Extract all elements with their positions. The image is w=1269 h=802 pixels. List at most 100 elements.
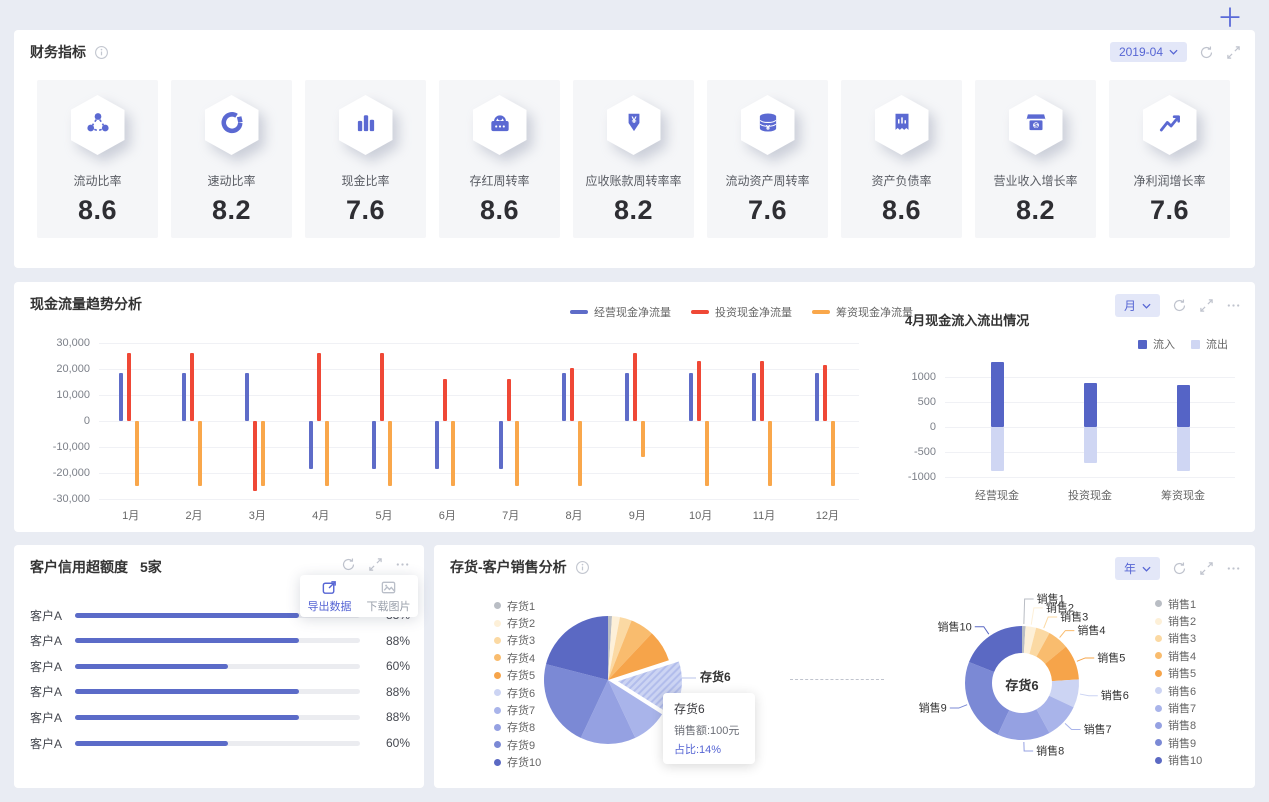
donut-label-leader	[1079, 693, 1098, 697]
info-icon[interactable]	[94, 45, 109, 60]
legend-item[interactable]: 筹资现金净流量	[812, 304, 913, 320]
more-icon[interactable]	[395, 557, 410, 572]
trend-bar[interactable]	[118, 372, 123, 421]
trend-bar[interactable]	[768, 421, 772, 486]
trend-bar[interactable]	[578, 421, 582, 486]
download-image-menu-item[interactable]: 下载图片	[359, 575, 418, 617]
inflow-bar[interactable]	[1083, 383, 1097, 427]
trend-bar[interactable]	[443, 379, 448, 421]
refresh-icon[interactable]	[1172, 298, 1187, 313]
trend-bar[interactable]	[641, 421, 646, 458]
credit-percent-value: 88%	[385, 710, 410, 725]
period-dropdown[interactable]: 月	[1114, 294, 1160, 317]
trend-bar[interactable]	[380, 353, 384, 421]
inflow-bar-chart[interactable]: 1000 500 0 -500 -1000 经营现金 投资现金 筹资现金	[908, 362, 1235, 502]
trend-bar[interactable]	[198, 421, 202, 486]
expand-icon[interactable]	[368, 557, 383, 572]
customer-label: 客户A	[30, 685, 63, 700]
x-tick-label: 12月	[815, 510, 839, 522]
legend-dot	[1155, 634, 1162, 642]
trend-bar[interactable]	[451, 421, 456, 486]
trend-bar[interactable]	[134, 421, 139, 486]
export-data-menu-item[interactable]: 导出数据	[300, 575, 359, 617]
trend-bar[interactable]	[316, 353, 321, 421]
legend-item[interactable]: 销售6	[1155, 682, 1202, 699]
legend-dot	[1155, 721, 1162, 729]
legend-item[interactable]: 销售9	[1155, 734, 1202, 751]
more-icon[interactable]	[1226, 561, 1241, 576]
credit-bar-track[interactable]	[75, 663, 360, 669]
refresh-icon[interactable]	[341, 557, 356, 572]
credit-bar-track[interactable]	[75, 689, 360, 695]
trend-bar[interactable]	[514, 421, 519, 486]
inflow-bar[interactable]	[990, 427, 1004, 471]
trend-bar-chart[interactable]: 30,000 20,000 10,000 0 -10,000 -20,000 -30,000…	[53, 337, 859, 522]
trend-bar[interactable]	[261, 421, 266, 486]
legend-item[interactable]: 销售8	[1155, 717, 1202, 734]
trend-bar[interactable]	[696, 361, 701, 421]
expand-icon[interactable]	[1226, 45, 1241, 60]
period-dropdown[interactable]: 年	[1114, 557, 1160, 580]
trend-bar[interactable]	[633, 353, 638, 421]
trend-bar[interactable]	[498, 421, 503, 470]
expand-icon[interactable]	[1199, 561, 1214, 576]
trend-bar[interactable]	[245, 372, 250, 421]
receipt-icon	[889, 110, 915, 141]
trend-bar[interactable]	[688, 372, 693, 421]
inflow-bar[interactable]	[1176, 384, 1190, 427]
donut-slice-销售9[interactable]	[965, 662, 1010, 735]
trend-bar[interactable]	[190, 353, 194, 421]
legend-dot	[1155, 756, 1162, 764]
trend-bar[interactable]	[372, 421, 376, 470]
refresh-icon[interactable]	[1172, 561, 1187, 576]
legend-item[interactable]: 存货10	[494, 754, 541, 771]
legend-item[interactable]: 流出	[1191, 336, 1228, 352]
inflow-bar[interactable]	[990, 362, 1004, 427]
donut-slice-label: 销售3	[1060, 609, 1088, 623]
trend-bar[interactable]	[625, 372, 630, 421]
trend-bar[interactable]	[388, 421, 392, 486]
legend-item[interactable]: 销售4	[1155, 647, 1202, 664]
trend-bar[interactable]	[815, 372, 820, 421]
gridline	[945, 377, 1235, 378]
legend-item[interactable]: 投资现金净流量	[691, 304, 792, 320]
trend-bar[interactable]	[126, 353, 131, 421]
legend-item[interactable]: 销售10	[1155, 752, 1202, 769]
refresh-icon[interactable]	[1199, 45, 1214, 60]
trend-bar[interactable]	[831, 421, 836, 486]
expand-icon[interactable]	[1199, 298, 1214, 313]
trend-bar[interactable]	[562, 372, 566, 421]
trend-bar[interactable]	[570, 367, 574, 421]
legend-item[interactable]: 销售7	[1155, 699, 1202, 716]
info-icon[interactable]	[575, 560, 590, 575]
credit-bar-track[interactable]	[75, 740, 360, 746]
trend-bar[interactable]	[752, 372, 756, 421]
period-dropdown[interactable]: 2019-04	[1109, 42, 1187, 62]
donut-label-leader	[1064, 723, 1081, 731]
panel-context-menu: 导出数据 下载图片	[300, 575, 418, 617]
trend-bar[interactable]	[506, 379, 511, 421]
trend-bar[interactable]	[182, 372, 186, 421]
legend-item[interactable]: 销售1	[1155, 595, 1202, 612]
trend-bar[interactable]	[308, 421, 313, 470]
trend-bar[interactable]	[253, 421, 258, 492]
trend-bar[interactable]	[823, 365, 828, 421]
more-icon[interactable]	[1226, 298, 1241, 313]
legend-item[interactable]: 经营现金净流量	[570, 304, 671, 320]
y-tick-label: 30,000	[56, 337, 90, 349]
legend-item[interactable]: 流入	[1138, 336, 1175, 352]
legend-item[interactable]: 销售5	[1155, 665, 1202, 682]
inflow-bar[interactable]	[1083, 427, 1097, 463]
x-tick-label: 4月	[312, 510, 330, 522]
credit-bar-track[interactable]	[75, 638, 360, 644]
credit-bar-track[interactable]	[75, 714, 360, 720]
trend-bar[interactable]	[435, 421, 440, 470]
trend-bar[interactable]	[324, 421, 329, 486]
legend-item[interactable]: 销售2	[1155, 612, 1202, 629]
trend-bar[interactable]	[704, 421, 709, 486]
donut-slice-销售10[interactable]	[969, 626, 1022, 672]
trend-bar[interactable]	[760, 361, 764, 421]
legend-item[interactable]: 销售3	[1155, 630, 1202, 647]
inflow-bar[interactable]	[1176, 427, 1190, 471]
metric-icon-hexagon	[204, 95, 259, 155]
